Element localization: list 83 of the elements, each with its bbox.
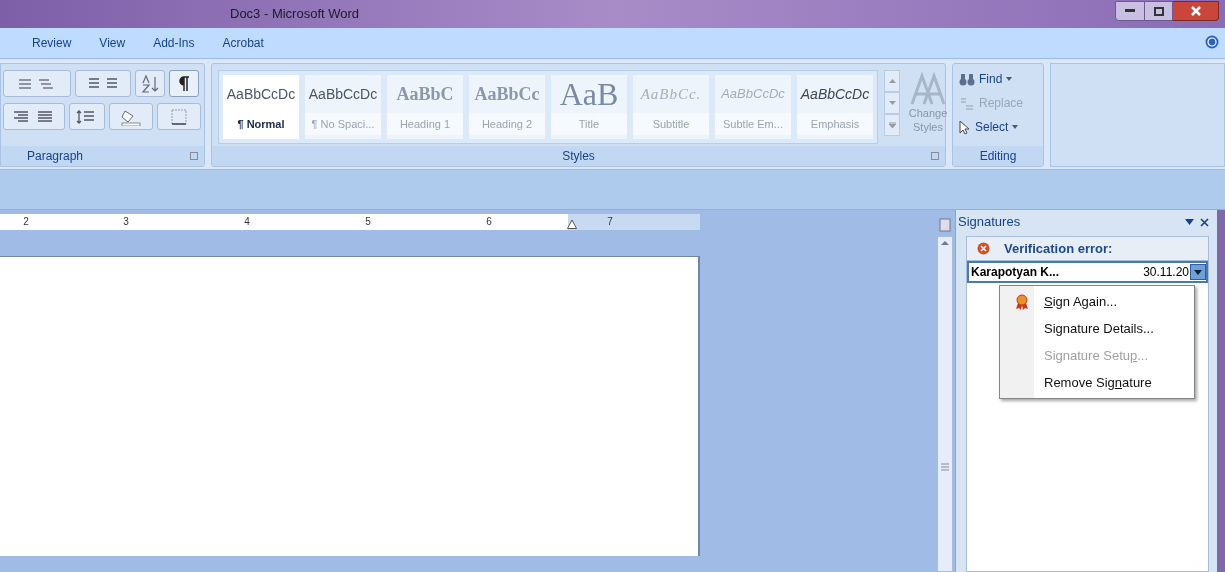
signer-name: Karapotyan K... bbox=[971, 264, 1060, 281]
style-label: Heading 1 bbox=[387, 113, 463, 135]
help-icon[interactable] bbox=[1205, 35, 1219, 49]
gallery-more-button[interactable] bbox=[884, 114, 900, 136]
style-label: Title bbox=[551, 113, 627, 135]
ribbon-tab[interactable]: Add-Ins bbox=[139, 30, 209, 56]
minimize-icon bbox=[1125, 9, 1135, 13]
close-button[interactable] bbox=[1173, 1, 1219, 21]
group-label: Editing bbox=[979, 148, 1017, 165]
menu-item[interactable]: Signature Details... bbox=[1000, 315, 1194, 342]
binoculars-icon bbox=[959, 72, 975, 86]
vertical-scrollbar[interactable] bbox=[937, 236, 953, 572]
more-icon bbox=[888, 122, 896, 128]
style-label: Heading 2 bbox=[469, 113, 545, 135]
ribbon-tab[interactable]: Review bbox=[18, 30, 86, 56]
ruler-number: 6 bbox=[485, 215, 493, 229]
cursor-icon bbox=[959, 119, 971, 135]
menu-item[interactable]: Remove Signature bbox=[1000, 369, 1194, 396]
style-preview: AaBbCc bbox=[473, 82, 541, 106]
shading-button[interactable] bbox=[109, 103, 153, 130]
dialog-launcher-icon[interactable] bbox=[190, 152, 198, 160]
window-title: Doc3 - Microsoft Word bbox=[230, 5, 360, 24]
style-label: ¶ No Spaci... bbox=[305, 113, 381, 135]
style-label: Subtitle bbox=[633, 113, 709, 135]
maximize-icon bbox=[1153, 6, 1164, 16]
style-label: Emphasis bbox=[797, 113, 873, 135]
row-dropdown-button[interactable] bbox=[1190, 264, 1206, 280]
style-preview: AaBbC bbox=[395, 82, 455, 106]
ruler-number: 2 bbox=[22, 215, 30, 229]
align-button[interactable] bbox=[3, 103, 65, 130]
pilcrow-icon bbox=[178, 75, 190, 92]
sort-button[interactable] bbox=[135, 70, 165, 97]
minimize-button[interactable] bbox=[1115, 1, 1145, 21]
close-icon[interactable] bbox=[1200, 217, 1209, 227]
down-arrow-icon bbox=[1194, 269, 1202, 275]
signature-row[interactable]: Karapotyan K... 30.11.20 bbox=[967, 261, 1208, 283]
group-label: Styles bbox=[562, 148, 595, 165]
dialog-launcher-icon[interactable] bbox=[931, 152, 939, 160]
grip-icon bbox=[941, 463, 949, 471]
gallery-up-button[interactable] bbox=[884, 70, 900, 92]
ruler-number: 4 bbox=[243, 215, 251, 229]
style-preview: AaBbCc. bbox=[639, 84, 703, 104]
split-icon[interactable] bbox=[939, 218, 951, 232]
font-style-icon bbox=[910, 72, 946, 106]
sort-icon bbox=[140, 74, 160, 93]
dropdown-arrow-icon[interactable] bbox=[1185, 219, 1194, 225]
ruler-number: 3 bbox=[122, 215, 130, 229]
close-icon bbox=[1190, 6, 1201, 16]
borders-icon bbox=[171, 108, 187, 125]
error-icon bbox=[977, 242, 990, 255]
style-item[interactable]: AaBbCcDc Emphasis bbox=[797, 75, 873, 139]
editing-command[interactable]: Find bbox=[959, 68, 1043, 90]
group-label: Paragraph bbox=[27, 148, 84, 165]
style-preview: AaBbCcDc bbox=[720, 85, 786, 104]
style-preview: AaBbCcDc bbox=[799, 84, 871, 104]
gallery-down-button[interactable] bbox=[884, 92, 900, 114]
style-label: Subtle Em... bbox=[715, 113, 791, 135]
maximize-button[interactable] bbox=[1145, 1, 1173, 21]
down-arrow-icon bbox=[888, 101, 896, 105]
ruler-number: 7 bbox=[606, 215, 614, 229]
style-preview: AaBbCcDc bbox=[225, 84, 297, 104]
replace-icon bbox=[959, 96, 975, 110]
style-preview: AaBbCcDc bbox=[307, 84, 379, 104]
up-arrow-icon bbox=[888, 79, 896, 83]
borders-button[interactable] bbox=[157, 103, 201, 130]
status-text: Verification error: bbox=[1004, 239, 1113, 258]
editing-command[interactable]: Select bbox=[959, 116, 1043, 138]
pane-title: Signatures bbox=[958, 213, 1021, 232]
ribbon-tab[interactable]: View bbox=[85, 30, 140, 56]
ribbon-tab[interactable]: Acrobat bbox=[208, 30, 278, 56]
indent-marker-icon[interactable] bbox=[567, 219, 577, 229]
caret-icon bbox=[1006, 77, 1013, 81]
show-marks-button[interactable] bbox=[169, 70, 199, 97]
ruler-number: 5 bbox=[364, 215, 372, 229]
caret-icon bbox=[1012, 125, 1019, 129]
style-item[interactable]: AaBbCcDc ¶ No Spaci... bbox=[305, 75, 381, 139]
line-spacing-button[interactable] bbox=[69, 103, 105, 130]
style-item[interactable]: AaBbCcDc ¶ Normal bbox=[223, 75, 299, 139]
signature-date: 30.11.20 bbox=[1143, 264, 1189, 281]
style-preview: AaB bbox=[558, 75, 620, 113]
indent-button[interactable] bbox=[75, 70, 131, 97]
multilevel-list-button[interactable] bbox=[3, 70, 71, 97]
menu-item[interactable]: Sign Again... bbox=[1000, 288, 1194, 315]
